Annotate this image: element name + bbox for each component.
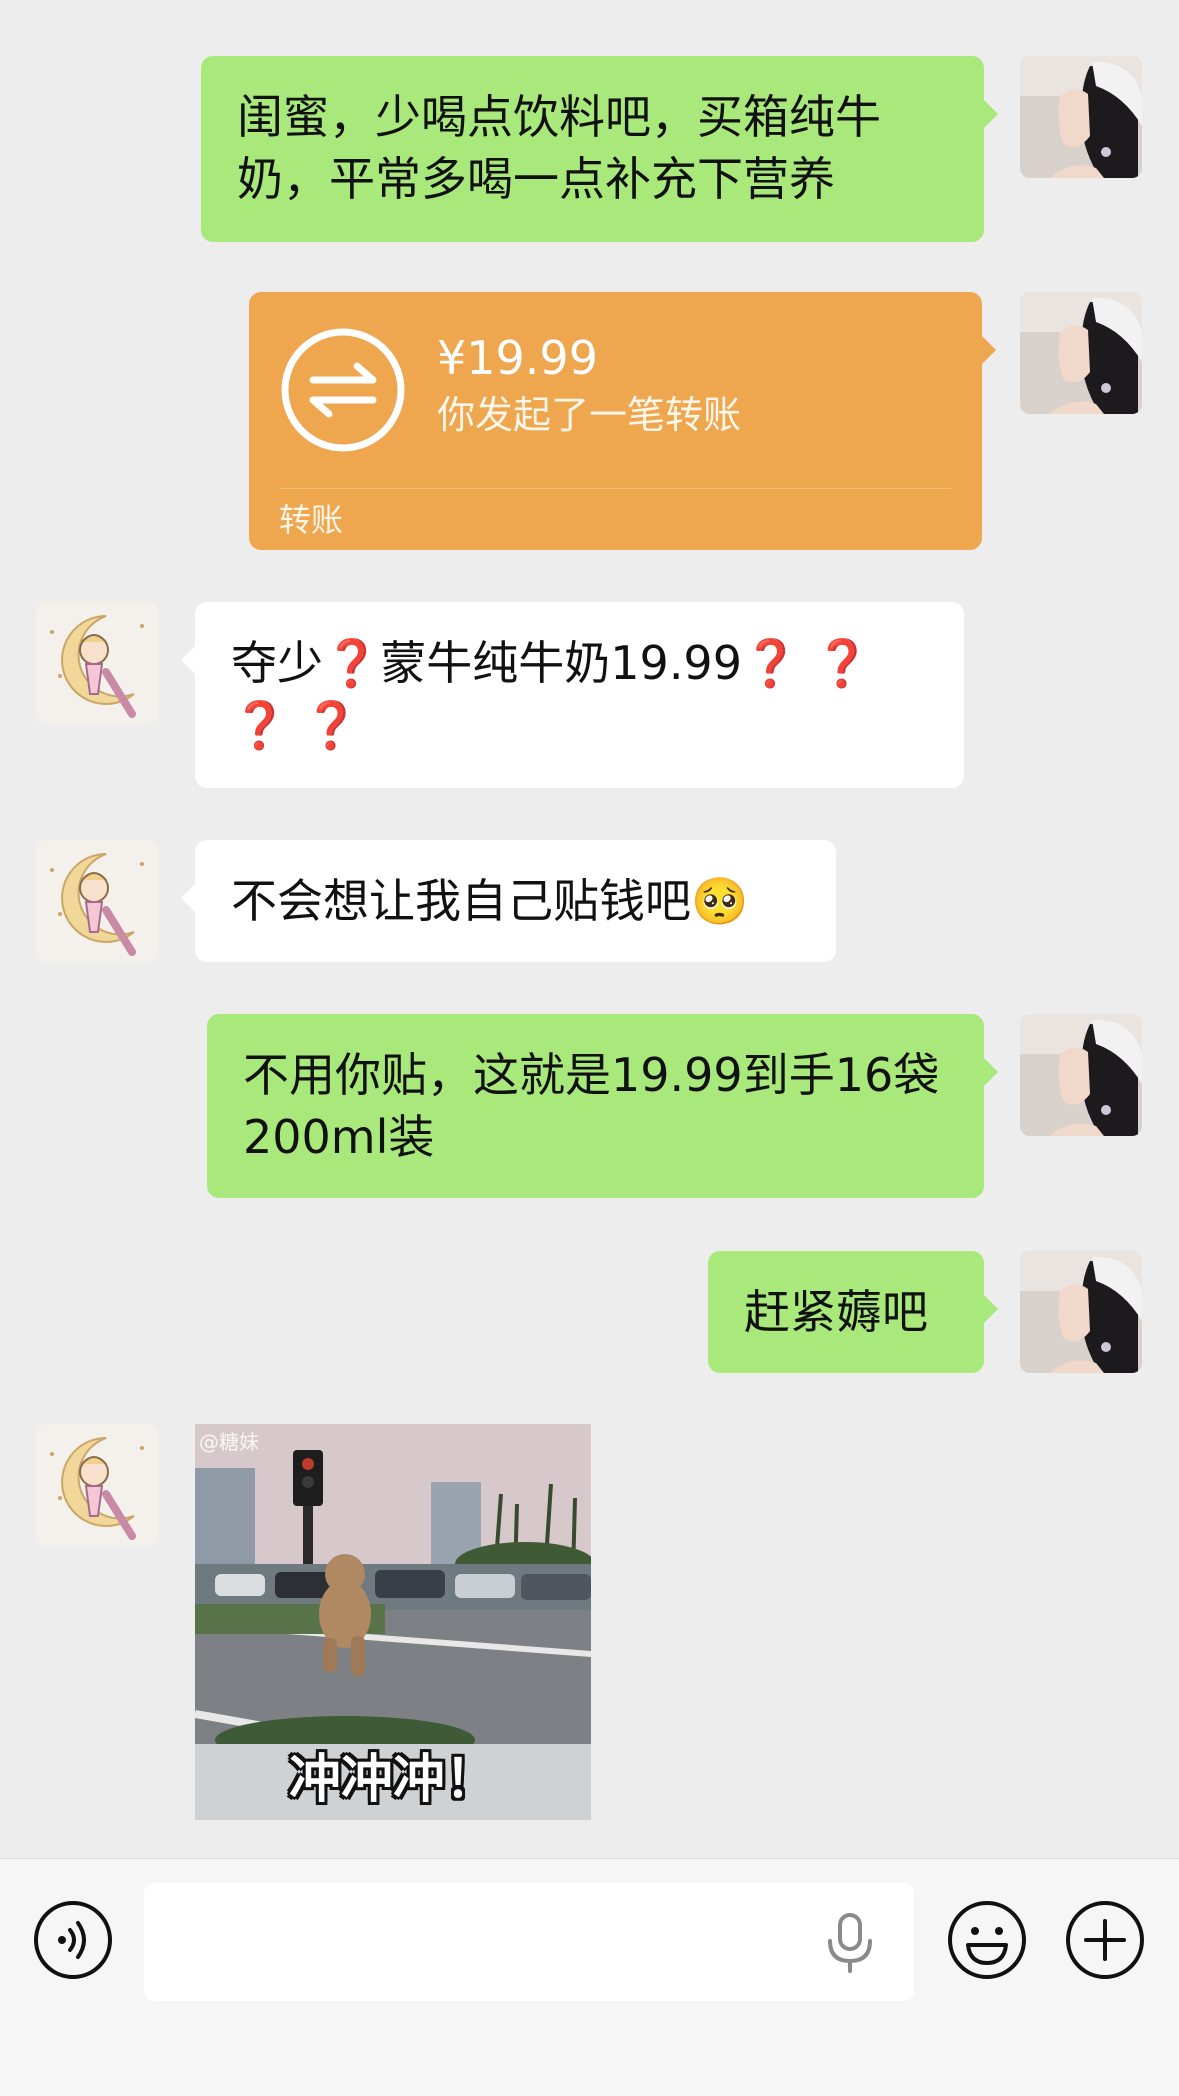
- transfer-description: 你发起了一笔转账: [437, 393, 742, 437]
- message-bubble-me-4[interactable]: 赶紧薅吧: [708, 1251, 998, 1373]
- transfer-icon: [281, 328, 405, 452]
- question-mark-emoji: ❓: [741, 636, 800, 690]
- message-text: 蒙牛纯牛奶19.99: [380, 636, 742, 690]
- emoji-icon[interactable]: [946, 1899, 1028, 1981]
- sticker-watermark: @糖妹: [199, 1430, 259, 1454]
- my-avatar[interactable]: [1020, 56, 1142, 178]
- question-mark-emoji: ❓: [813, 636, 872, 690]
- my-avatar[interactable]: [1020, 292, 1142, 414]
- voice-icon[interactable]: [32, 1899, 114, 1981]
- transfer-amount: ¥19.99: [437, 331, 598, 385]
- chat-history: 闺蜜，少喝点饮料吧，买箱纯牛奶，平常多喝一点补充下营养 ¥19.99 你发起了一…: [0, 0, 1179, 1858]
- message-input[interactable]: [144, 1883, 914, 2001]
- transfer-divider: [279, 488, 952, 489]
- message-bubble-friend-2[interactable]: 不会想让我自己贴钱吧🥺: [181, 840, 836, 962]
- transfer-label: 转账: [279, 501, 344, 539]
- friend-avatar[interactable]: [36, 1424, 158, 1546]
- message-text: 赶紧薅吧: [744, 1285, 928, 1339]
- question-mark-emoji: ❓: [302, 698, 361, 752]
- message-text: 不会想让我自己贴钱吧: [231, 874, 691, 928]
- message-text: 夺少: [231, 636, 323, 690]
- question-mark-emoji: ❓: [323, 636, 381, 690]
- message-bubble-me-1[interactable]: 闺蜜，少喝点饮料吧，买箱纯牛奶，平常多喝一点补充下营养: [201, 56, 998, 242]
- my-avatar[interactable]: [1020, 1251, 1142, 1373]
- message-text: 闺蜜，少喝点饮料吧，买箱纯牛奶，平常多喝一点补充下营养: [237, 90, 881, 206]
- pleading-face-emoji: 🥺: [691, 874, 749, 928]
- sticker-image[interactable]: @糖妹 冲冲冲！: [195, 1424, 591, 1820]
- friend-avatar[interactable]: [36, 840, 158, 962]
- input-bar: [0, 1858, 1179, 2096]
- question-mark-emoji: ❓: [231, 698, 289, 752]
- message-bubble-me-3[interactable]: 不用你贴，这就是19.99到手16袋200ml装: [207, 1014, 998, 1198]
- sticker-caption: 冲冲冲！: [288, 1750, 497, 1810]
- plus-icon[interactable]: [1064, 1899, 1146, 1981]
- message-text: 不用你贴，这就是19.99到手16袋200ml装: [243, 1048, 940, 1164]
- friend-avatar[interactable]: [36, 602, 158, 724]
- message-bubble-friend-1[interactable]: 夺少❓蒙牛纯牛奶19.99❓ ❓ ❓ ❓: [181, 602, 964, 788]
- my-avatar[interactable]: [1020, 1014, 1142, 1136]
- microphone-icon[interactable]: [820, 1911, 880, 1975]
- transfer-card[interactable]: ¥19.99 你发起了一笔转账 转账: [249, 292, 996, 550]
